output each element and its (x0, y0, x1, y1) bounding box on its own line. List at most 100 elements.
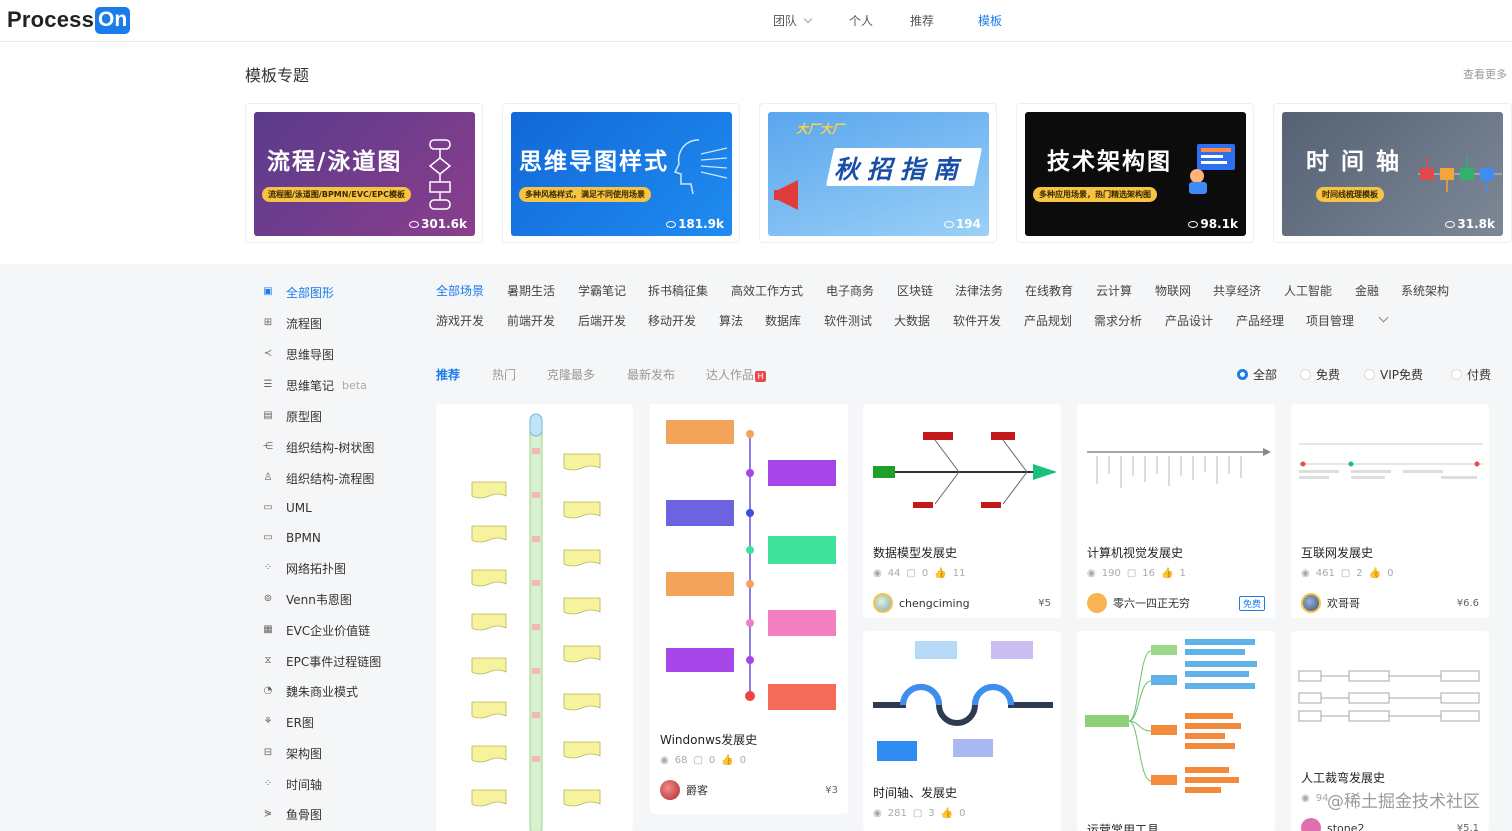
avatar[interactable] (1087, 593, 1107, 613)
sidebar-item-architecture[interactable]: ⊟ 架构图 (262, 744, 322, 762)
featured-card-autumn[interactable]: 大厂大厂 秋招指南 194 (759, 103, 997, 243)
category-tag[interactable]: 全部场景 (436, 282, 484, 299)
nav-recommend[interactable]: 推荐 (910, 12, 934, 29)
sidebar-item-org-flow[interactable]: ♙ 组织结构-流程图 (262, 469, 375, 487)
sort-tab-most-cloned[interactable]: 克隆最多 (547, 366, 595, 383)
timeline-illustration-icon (1418, 156, 1502, 192)
category-tag[interactable]: 共享经济 (1213, 282, 1261, 299)
sidebar-item-uml[interactable]: ▭ UML (262, 499, 312, 517)
filter-all[interactable]: 全部 (1237, 366, 1277, 383)
sidebar-item-bpmn[interactable]: ▭ BPMN (262, 529, 321, 547)
category-tag[interactable]: 拆书稿征集 (648, 282, 708, 299)
like-count: 0 (959, 808, 966, 819)
sort-tab-hot[interactable]: 热门 (492, 366, 516, 383)
sidebar-item-fishbone[interactable]: ⋟ 鱼骨图 (262, 805, 322, 823)
template-thumbnail (471, 413, 601, 831)
category-tag[interactable]: 软件测试 (824, 312, 872, 329)
featured-card-mindmap[interactable]: 思维导图样式 多种风格样式，满足不同使用场景 181.9k (502, 103, 740, 243)
nav-personal[interactable]: 个人 (849, 12, 873, 29)
sidebar-item-epc[interactable]: ⧖ EPC事件过程链图 (262, 652, 381, 670)
category-tag[interactable]: 金融 (1355, 282, 1379, 299)
sidebar-item-network[interactable]: ⁘ 网络拓扑图 (262, 559, 346, 577)
like-count: 0 (1387, 568, 1394, 579)
avatar[interactable] (873, 593, 893, 613)
author-name[interactable]: chengciming (899, 597, 970, 610)
sidebar-item-flowchart[interactable]: ⊞ 流程图 (262, 314, 322, 332)
category-tag[interactable]: 项目管理 (1306, 312, 1354, 329)
category-tag[interactable]: 产品设计 (1165, 312, 1213, 329)
nav-team[interactable]: 团队 (773, 12, 813, 29)
sidebar-item-business-model[interactable]: ◔ 魏朱商业模式 (262, 682, 358, 700)
avatar[interactable] (1301, 593, 1321, 613)
radio-icon (1451, 369, 1462, 380)
filter-vip-free[interactable]: VIP免费 (1364, 366, 1423, 383)
category-tag[interactable]: 高效工作方式 (731, 282, 803, 299)
sort-tab-latest[interactable]: 最新发布 (627, 366, 675, 383)
sidebar-item-mindmap[interactable]: ≺ 思维导图 (262, 345, 334, 363)
template-card[interactable]: 互联网发展史 ◉ 461 ▢ 2 👍 0 欢哥哥 ¥6.6 (1291, 404, 1489, 618)
category-tag[interactable]: 数据库 (765, 312, 801, 329)
views-count: 68 (674, 755, 688, 766)
category-tag[interactable]: 移动开发 (648, 312, 696, 329)
featured-card-architecture[interactable]: 技术架构图 多种应用场景，热门精选架构图 98.1k (1016, 103, 1254, 243)
author-name[interactable]: 零六一四正无穷 (1113, 595, 1190, 611)
sidebar-item-venn[interactable]: ⊚ Venn韦恩图 (262, 590, 352, 608)
sidebar-item-mindnote[interactable]: ☰ 思维笔记 beta (262, 376, 367, 394)
category-tag[interactable]: 游戏开发 (436, 312, 484, 329)
featured-banner: 大厂大厂 秋招指南 194 (768, 112, 989, 236)
sort-tab-expert[interactable]: 达人作品 H (706, 366, 767, 383)
nav-templates[interactable]: 模板 (978, 12, 1002, 29)
featured-banner: 技术架构图 多种应用场景，热门精选架构图 98.1k (1025, 112, 1246, 236)
template-card[interactable] (436, 404, 633, 831)
category-tag[interactable]: 法律法务 (955, 282, 1003, 299)
avatar[interactable] (660, 780, 680, 800)
org-icon: ♙ (263, 472, 273, 483)
template-card[interactable]: 时间轴、发展史 ◉ 281 ▢ 3 👍 0 (863, 631, 1061, 831)
category-tag[interactable]: 学霸笔记 (578, 282, 626, 299)
category-tag[interactable]: 算法 (719, 312, 743, 329)
featured-card-flow[interactable]: 流程/泳道图 流程图/泳道图/BPMN/EVC/EPC模板 301.6k (245, 103, 483, 243)
eye-icon (1188, 221, 1199, 228)
template-author-row: 欢哥哥 ¥6.6 (1301, 592, 1479, 614)
views-count: 281 (887, 808, 907, 819)
template-thumbnail (873, 641, 1053, 761)
views-count: 190 (1101, 568, 1121, 579)
filter-free[interactable]: 免费 (1300, 366, 1340, 383)
category-tag[interactable]: 云计算 (1096, 282, 1132, 299)
category-tag[interactable]: 系统架构 (1401, 282, 1449, 299)
category-tag[interactable]: 前端开发 (507, 312, 555, 329)
processon-logo[interactable]: Process On (7, 4, 131, 36)
views-count: 98.1k (1200, 217, 1238, 231)
category-tag[interactable]: 暑期生活 (507, 282, 555, 299)
category-tag[interactable]: 在线教育 (1025, 282, 1073, 299)
category-tag[interactable]: 区块链 (897, 282, 933, 299)
filter-paid[interactable]: 付费 (1451, 366, 1491, 383)
sidebar-item-er[interactable]: ⚘ ER图 (262, 713, 314, 731)
author-name[interactable]: 爵客 (686, 782, 708, 798)
sidebar-item-evc[interactable]: ▦ EVC企业价值链 (262, 621, 370, 639)
category-tag[interactable]: 物联网 (1155, 282, 1191, 299)
template-card[interactable]: 计算机视觉发展史 ◉ 190 ▢ 16 👍 1 零六一四正无穷 免费 (1077, 404, 1275, 618)
template-card[interactable]: 运营常用工具 (1077, 631, 1275, 831)
sort-tab-recommend[interactable]: 推荐 (436, 366, 460, 383)
category-tag[interactable]: 产品经理 (1236, 312, 1284, 329)
category-tag[interactable]: 需求分析 (1094, 312, 1142, 329)
category-tag[interactable]: 大数据 (894, 312, 930, 329)
category-tag[interactable]: 产品规划 (1024, 312, 1072, 329)
featured-card-timeline[interactable]: 时 间 轴 时间线梳理模板 31.8k (1273, 103, 1512, 243)
template-card[interactable]: 数据模型发展史 ◉ 44 ▢ 0 👍 11 chengciming ¥5 (863, 404, 1061, 618)
category-tag[interactable]: 后端开发 (578, 312, 626, 329)
banner-views: 181.9k (666, 217, 724, 231)
template-card[interactable]: Windonws发展史 ◉ 68 ▢ 0 👍 0 爵客 ¥3 (650, 404, 848, 814)
category-tag[interactable]: 电子商务 (826, 282, 874, 299)
sidebar-item-org-tree[interactable]: ⋲ 组织结构-树状图 (262, 438, 374, 456)
sidebar-item-all[interactable]: ▣ 全部图形 (262, 283, 334, 301)
sidebar-item-timeline[interactable]: ⁘ 时间轴 (262, 775, 322, 793)
avatar[interactable] (1301, 818, 1321, 831)
category-tag[interactable]: 人工智能 (1284, 282, 1332, 299)
author-name[interactable]: stone2 (1327, 822, 1365, 831)
author-name[interactable]: 欢哥哥 (1327, 595, 1360, 611)
sidebar-item-prototype[interactable]: ▤ 原型图 (262, 407, 322, 425)
view-more-link[interactable]: 查看更多 (1463, 66, 1507, 82)
category-tag[interactable]: 软件开发 (953, 312, 1001, 329)
